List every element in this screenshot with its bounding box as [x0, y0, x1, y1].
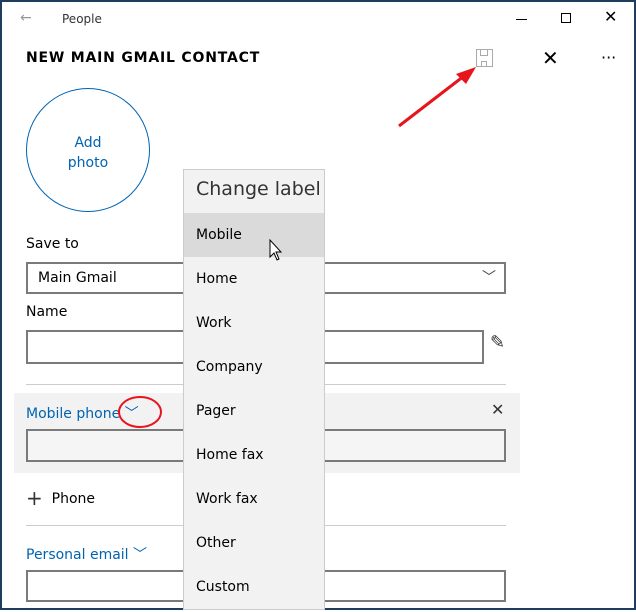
- red-circle-annotation: [118, 396, 162, 428]
- people-window: ← People ✕ NEW MAIN GMAIL CONTACT ✕ ··· …: [0, 0, 636, 610]
- red-arrow-annotation: [398, 67, 476, 128]
- mouse-cursor-icon: [269, 238, 283, 261]
- annotation-overlay: [118, 67, 476, 428]
